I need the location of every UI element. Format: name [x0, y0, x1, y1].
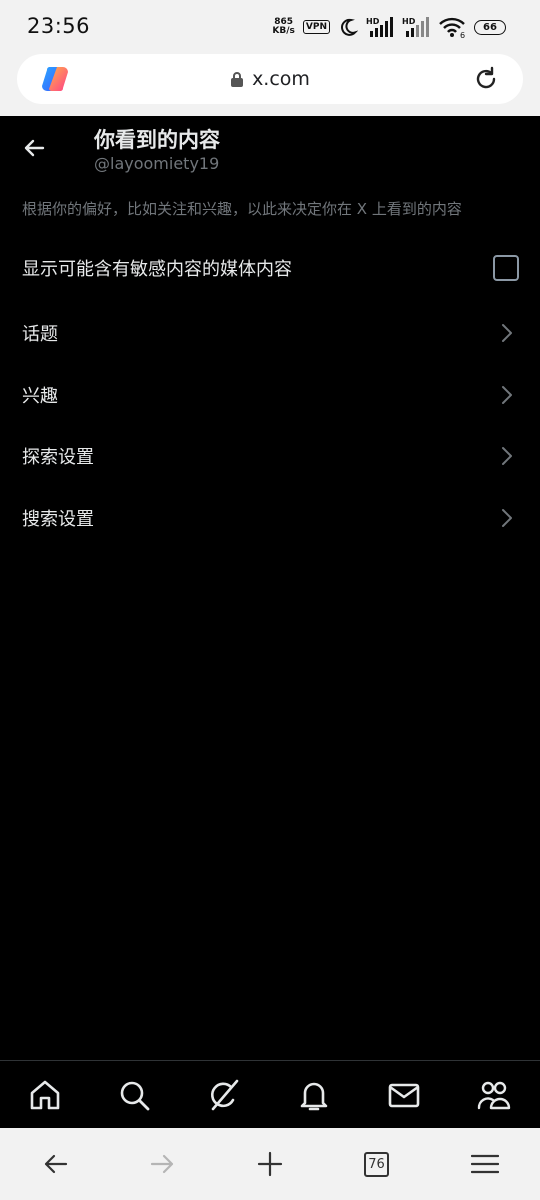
signal-icon: HD [402, 17, 429, 37]
status-bar: 23:56 865 KB/s VPN HD HD 6 66 [0, 0, 540, 54]
moon-icon [341, 18, 356, 36]
status-time: 23:56 [27, 14, 91, 38]
settings-item-label: 探索设置 [22, 447, 94, 468]
signal-icon: HD [366, 17, 393, 37]
url-bar[interactable]: x.com [17, 54, 523, 104]
chevron-right-icon [502, 509, 512, 527]
settings-item-explore[interactable]: 探索设置 [0, 425, 540, 487]
chevron-right-icon [502, 386, 512, 404]
page: 23:56 865 KB/s VPN HD HD 6 66 x.com 你看到的… [0, 0, 540, 1200]
tab-count-button[interactable]: 76 [364, 1152, 389, 1177]
grok-icon[interactable] [207, 1078, 241, 1112]
search-icon[interactable] [117, 1078, 151, 1112]
bottom-nav [0, 1060, 540, 1128]
sensitive-media-label: 显示可能含有敏感内容的媒体内容 [22, 259, 292, 280]
communities-icon[interactable] [477, 1078, 511, 1112]
wifi-icon: 6 [439, 17, 465, 38]
reload-icon[interactable] [473, 66, 499, 92]
new-tab-icon[interactable] [256, 1150, 284, 1178]
settings-item-label: 话题 [22, 324, 58, 345]
sensitive-media-checkbox[interactable] [493, 255, 519, 281]
network-speed: 865 KB/s [272, 18, 294, 36]
home-icon[interactable] [28, 1078, 62, 1112]
chevron-right-icon [502, 447, 512, 465]
user-handle: @layoomiety19 [94, 154, 220, 173]
browser-forward-icon[interactable] [148, 1150, 176, 1178]
url-display[interactable]: x.com [17, 54, 523, 104]
menu-icon[interactable] [471, 1150, 499, 1178]
browser-toolbar: 76 [0, 1128, 540, 1200]
back-arrow-icon[interactable] [22, 136, 46, 160]
settings-item-search[interactable]: 搜索设置 [0, 487, 540, 549]
sensitive-media-row[interactable]: 显示可能含有敏感内容的媒体内容 [0, 237, 540, 299]
messages-icon[interactable] [387, 1078, 421, 1112]
network-speed-unit: KB/s [272, 26, 295, 36]
page-title: 你看到的内容 [94, 128, 220, 152]
chevron-right-icon [502, 324, 512, 342]
browser-url-area: x.com [0, 54, 540, 116]
wifi-suffix: 6 [460, 31, 465, 38]
signal-2-label: HD [402, 17, 416, 26]
settings-item-topics[interactable]: 话题 [0, 302, 540, 364]
settings-item-interests[interactable]: 兴趣 [0, 364, 540, 426]
battery-icon: 66 [474, 19, 506, 35]
settings-item-label: 搜索设置 [22, 509, 94, 530]
settings-item-label: 兴趣 [22, 386, 58, 407]
signal-1-label: HD [366, 17, 380, 26]
settings-description: 根据你的偏好，比如关注和兴趣，以此来决定你在 X 上看到的内容 [22, 200, 462, 218]
browser-back-icon[interactable] [42, 1150, 70, 1178]
url-text: x.com [252, 68, 310, 90]
notifications-icon[interactable] [297, 1078, 331, 1112]
vpn-badge: VPN [302, 20, 330, 34]
lock-icon [231, 72, 244, 87]
page-header: 你看到的内容 @layoomiety19 [0, 116, 540, 186]
status-icons: 865 KB/s VPN HD HD 6 66 [272, 14, 506, 40]
